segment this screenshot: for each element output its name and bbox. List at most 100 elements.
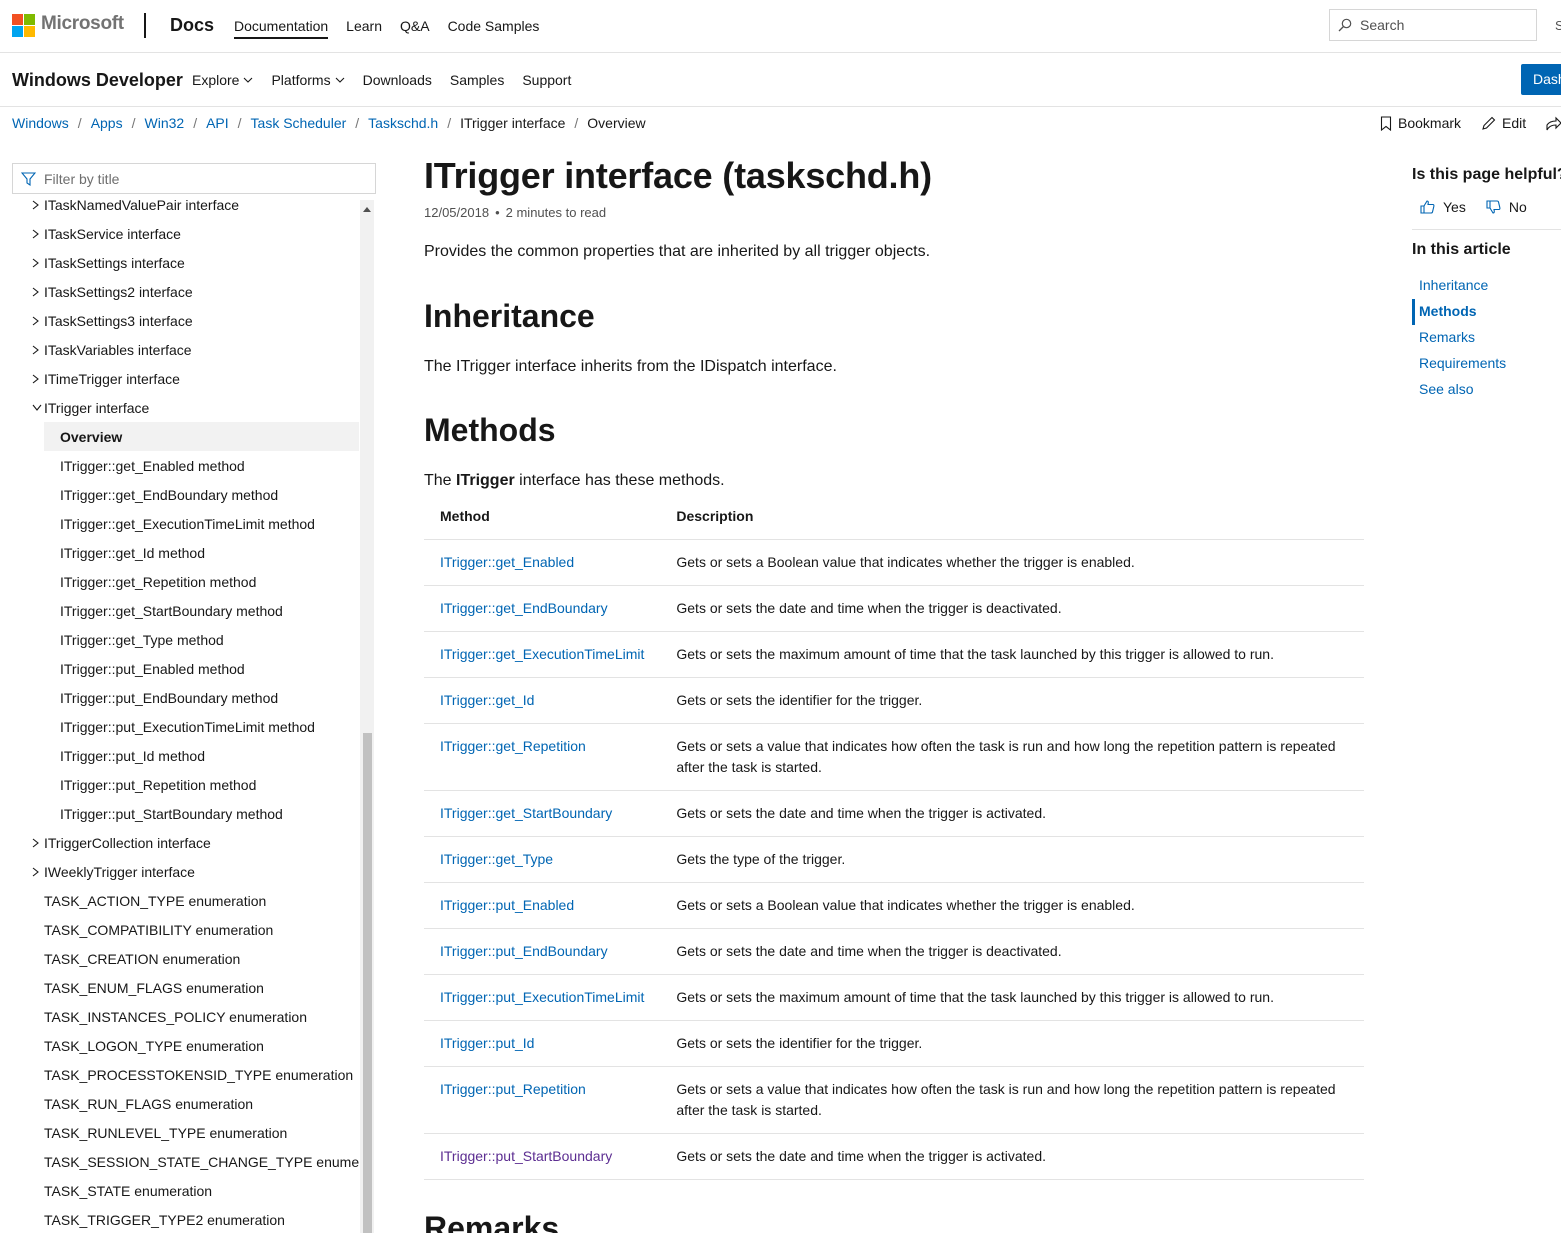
toc-item[interactable]: TASK_LOGON_TYPE enumeration <box>12 1031 359 1060</box>
method-link[interactable]: ITrigger::get_Id <box>440 692 534 708</box>
toc-item[interactable]: ITaskSettings interface <box>12 248 359 277</box>
microsoft-brand[interactable]: Microsoft <box>41 13 124 35</box>
site-nav-explore[interactable]: Explore <box>192 72 253 88</box>
method-link[interactable]: ITrigger::put_StartBoundary <box>440 1148 612 1164</box>
method-link[interactable]: ITrigger::put_Enabled <box>440 897 574 913</box>
method-link[interactable]: ITrigger::put_Repetition <box>440 1081 586 1097</box>
breadcrumb-link[interactable]: Taskschd.h <box>368 115 438 131</box>
site-nav-platforms[interactable]: Platforms <box>271 72 344 88</box>
scrollbar-thumb[interactable] <box>363 733 372 1233</box>
toc-item[interactable]: ITaskService interface <box>12 219 359 248</box>
method-link[interactable]: ITrigger::get_Repetition <box>440 738 586 754</box>
toc-filter-input[interactable]: Filter by title <box>12 163 376 194</box>
toc-item[interactable]: TASK_SESSION_STATE_CHANGE_TYPE enumerati… <box>12 1147 360 1176</box>
table-row: ITrigger::get_Repetition Gets or sets a v… <box>424 723 1364 791</box>
toc-item-selected[interactable]: Overview <box>44 422 359 451</box>
in-this-article-link-inheritance[interactable]: Inheritance <box>1412 273 1561 299</box>
site-nav-platforms-label: Platforms <box>271 72 331 88</box>
toc-item[interactable]: TASK_INSTANCES_POLICY enumeration <box>12 1002 359 1031</box>
toc-item[interactable]: ITaskVariables interface <box>12 335 359 364</box>
method-link[interactable]: ITrigger::get_EndBoundary <box>440 600 608 616</box>
toc-item[interactable]: ITrigger::get_Type method <box>12 625 359 654</box>
in-this-article-link-methods[interactable]: Methods <box>1412 299 1561 325</box>
toc-scrollbar[interactable] <box>360 200 374 1233</box>
toc-item[interactable]: TASK_PROCESSTOKENSID_TYPE enumeration <box>12 1060 359 1089</box>
toc-item[interactable]: TASK_ENUM_FLAGS enumeration <box>12 973 359 1002</box>
toc-item[interactable]: TASK_STATE enumeration <box>12 1176 359 1205</box>
method-link[interactable]: ITrigger::get_Type <box>440 851 553 867</box>
chevron-right-icon[interactable] <box>32 838 44 848</box>
toc-item[interactable]: TASK_ACTION_TYPE enumeration <box>12 886 359 915</box>
chevron-right-icon[interactable] <box>32 316 44 326</box>
toc-item[interactable]: ITrigger::get_ExecutionTimeLimit method <box>12 509 359 538</box>
in-this-article-link-remarks[interactable]: Remarks <box>1412 325 1561 351</box>
chevron-right-icon[interactable] <box>32 374 44 384</box>
share-button[interactable] <box>1546 116 1561 131</box>
toc-item[interactable]: ITrigger::get_EndBoundary method <box>12 480 359 509</box>
toc-item[interactable]: ITrigger::put_EndBoundary method <box>12 683 359 712</box>
top-nav-documentation[interactable]: Documentation <box>234 18 329 39</box>
method-link[interactable]: ITrigger::put_EndBoundary <box>440 943 608 959</box>
method-link[interactable]: ITrigger::get_ExecutionTimeLimit <box>440 646 644 662</box>
top-nav-code-samples[interactable]: Code Samples <box>448 18 540 39</box>
toc-item[interactable]: ITrigger::put_ExecutionTimeLimit method <box>12 712 359 741</box>
top-nav-learn[interactable]: Learn <box>346 18 382 39</box>
site-nav-downloads[interactable]: Downloads <box>363 72 432 88</box>
site-nav-support[interactable]: Support <box>522 72 571 88</box>
chevron-right-icon[interactable] <box>32 287 44 297</box>
chevron-right-icon[interactable] <box>32 867 44 877</box>
toc-item[interactable]: ITrigger::get_Enabled method <box>12 451 359 480</box>
toc-item[interactable]: ITaskSettings3 interface <box>12 306 359 335</box>
breadcrumb-link[interactable]: Task Scheduler <box>251 115 347 131</box>
search-input[interactable]: Search <box>1329 9 1537 41</box>
toc-item[interactable]: TASK_RUNLEVEL_TYPE enumeration <box>12 1118 359 1147</box>
toc-item[interactable]: ITrigger::put_Enabled method <box>12 654 359 683</box>
bookmark-button[interactable]: Bookmark <box>1380 115 1461 131</box>
toc-item[interactable]: ITriggerCollection interface <box>12 828 359 857</box>
method-link[interactable]: ITrigger::put_Id <box>440 1035 534 1051</box>
toc-item[interactable]: TASK_CREATION enumeration <box>12 944 359 973</box>
toc-item[interactable]: ITaskSettings2 interface <box>12 277 359 306</box>
yes-button[interactable]: Yes <box>1420 199 1466 215</box>
docs-product-title[interactable]: Docs <box>170 15 214 36</box>
toc-item[interactable]: ITimeTrigger interface <box>12 364 359 393</box>
toc-item[interactable]: TASK_RUN_FLAGS enumeration <box>12 1089 359 1118</box>
chevron-down-icon[interactable] <box>32 404 44 411</box>
microsoft-logo-icon[interactable] <box>12 14 35 37</box>
edit-button[interactable]: Edit <box>1481 115 1526 131</box>
chevron-right-icon[interactable] <box>32 200 44 210</box>
method-cell: ITrigger::put_StartBoundary <box>424 1133 661 1180</box>
breadcrumb-link[interactable]: Apps <box>91 115 123 131</box>
toc-item[interactable]: ITrigger::put_Repetition method <box>12 770 359 799</box>
toc-item[interactable]: ITrigger::put_Id method <box>12 741 359 770</box>
chevron-right-icon[interactable] <box>32 345 44 355</box>
chevron-right-icon[interactable] <box>32 229 44 239</box>
chevron-right-icon[interactable] <box>32 258 44 268</box>
dashboard-button[interactable]: Dash <box>1521 64 1561 95</box>
breadcrumb-link[interactable]: API <box>206 115 229 131</box>
toc-item[interactable]: ITrigger interface <box>12 393 359 422</box>
in-this-article-link-see-also[interactable]: See also <box>1412 377 1561 403</box>
toc-item[interactable]: ITaskNamedValuePair interface <box>12 200 359 219</box>
method-link[interactable]: ITrigger::get_StartBoundary <box>440 805 612 821</box>
toc-item[interactable]: ITrigger::get_Id method <box>12 538 359 567</box>
method-link[interactable]: ITrigger::get_Enabled <box>440 554 574 570</box>
sign-in-link[interactable]: S <box>1555 18 1561 33</box>
breadcrumb-link[interactable]: Windows <box>12 115 69 131</box>
toc-item[interactable]: ITrigger::get_Repetition method <box>12 567 359 596</box>
toc-item[interactable]: IWeeklyTrigger interface <box>12 857 359 886</box>
method-link[interactable]: ITrigger::put_ExecutionTimeLimit <box>440 989 644 1005</box>
toc-item[interactable]: TASK_COMPATIBILITY enumeration <box>12 915 359 944</box>
no-button[interactable]: No <box>1486 199 1527 215</box>
toc-item[interactable]: TASK_TRIGGER_TYPE2 enumeration <box>12 1205 359 1233</box>
remarks-heading: Remarks <box>424 1210 560 1233</box>
toc-item[interactable]: ITrigger::put_StartBoundary method <box>12 799 359 828</box>
top-nav-qa[interactable]: Q&A <box>400 18 430 39</box>
scroll-up-arrow-icon[interactable] <box>363 207 371 212</box>
breadcrumb-link[interactable]: Win32 <box>145 115 185 131</box>
breadcrumb-item[interactable]: ITrigger interface <box>460 115 565 131</box>
toc-item[interactable]: ITrigger::get_StartBoundary method <box>12 596 359 625</box>
site-nav-samples[interactable]: Samples <box>450 72 504 88</box>
in-this-article-link-requirements[interactable]: Requirements <box>1412 351 1561 377</box>
site-title[interactable]: Windows Developer <box>12 70 183 91</box>
